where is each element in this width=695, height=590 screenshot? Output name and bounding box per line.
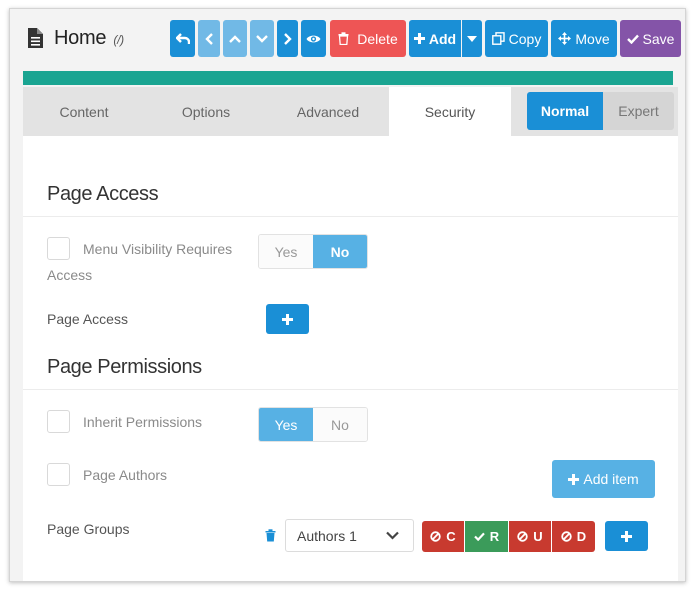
inherit-permissions-label: Inherit Permissions bbox=[83, 414, 203, 430]
page-authors-label: Page Authors bbox=[83, 467, 168, 483]
inherit-permissions-no[interactable]: No bbox=[313, 408, 367, 441]
update-permission-toggle[interactable]: U bbox=[509, 521, 551, 552]
inherit-permissions-checkbox[interactable] bbox=[47, 410, 70, 433]
trash-icon[interactable] bbox=[265, 529, 276, 542]
add-access-button[interactable] bbox=[266, 304, 309, 334]
copy-button[interactable]: Copy bbox=[485, 20, 548, 57]
menu-visibility-no[interactable]: No bbox=[313, 235, 367, 268]
save-button[interactable]: Save bbox=[620, 20, 681, 57]
delete-permission-toggle[interactable]: D bbox=[552, 521, 595, 552]
page-editor-window: Home (/) Delete Add Copy Move Save Conte… bbox=[9, 8, 686, 582]
plus-icon bbox=[282, 313, 293, 325]
inherit-permissions-yes[interactable]: Yes bbox=[259, 408, 313, 441]
next-button[interactable] bbox=[277, 20, 298, 57]
document-icon bbox=[28, 28, 43, 48]
ban-icon bbox=[517, 531, 528, 542]
menu-visibility-toggle: Yes No bbox=[258, 234, 368, 269]
check-icon bbox=[626, 34, 639, 44]
add-item-button[interactable]: Add item bbox=[552, 460, 655, 498]
eye-icon bbox=[306, 35, 321, 42]
ban-icon bbox=[430, 531, 441, 542]
tab-security[interactable]: Security bbox=[389, 87, 511, 136]
create-permission-toggle[interactable]: C bbox=[422, 521, 464, 552]
expert-mode-button[interactable]: Expert bbox=[603, 92, 674, 130]
move-up-button[interactable] bbox=[223, 20, 247, 57]
undo-icon bbox=[175, 32, 190, 44]
check-icon bbox=[474, 532, 485, 541]
chevron-right-icon bbox=[283, 32, 292, 45]
chevron-up-icon bbox=[229, 34, 241, 43]
security-panel: Page Access Menu Visibility Requires Acc… bbox=[23, 136, 678, 581]
tab-bar: Content Options Advanced Security Normal… bbox=[23, 87, 678, 136]
tab-content[interactable]: Content bbox=[23, 87, 145, 136]
plus-icon bbox=[413, 33, 425, 44]
move-down-button[interactable] bbox=[250, 20, 274, 57]
chevron-left-icon bbox=[205, 32, 213, 45]
trash-icon bbox=[338, 32, 349, 45]
chevron-down-icon bbox=[386, 531, 399, 540]
read-permission-toggle[interactable]: R bbox=[465, 521, 508, 552]
page-permissions-heading: Page Permissions bbox=[47, 356, 202, 378]
group-select-value: Authors 1 bbox=[297, 527, 357, 544]
status-strip bbox=[23, 71, 673, 85]
preview-button[interactable] bbox=[301, 20, 326, 57]
divider bbox=[23, 389, 678, 390]
delete-button[interactable]: Delete bbox=[330, 20, 406, 57]
page-path: (/) bbox=[113, 33, 124, 47]
chevron-down-icon bbox=[256, 34, 268, 43]
caret-down-icon bbox=[467, 35, 477, 42]
page-authors-checkbox[interactable] bbox=[47, 463, 70, 486]
plus-icon bbox=[568, 473, 580, 485]
add-group-button[interactable] bbox=[605, 521, 648, 551]
ban-icon bbox=[561, 531, 572, 542]
add-dropdown-button[interactable] bbox=[462, 20, 482, 57]
copy-icon bbox=[491, 32, 505, 45]
add-button[interactable]: Add bbox=[409, 20, 461, 57]
page-title: Home (/) bbox=[54, 27, 124, 49]
move-button[interactable]: Move bbox=[551, 20, 617, 57]
menu-visibility-yes[interactable]: Yes bbox=[259, 235, 313, 268]
plus-icon bbox=[621, 530, 632, 542]
previous-button[interactable] bbox=[198, 20, 220, 57]
page-access-heading: Page Access bbox=[47, 183, 159, 205]
editor-header: Home (/) Delete Add Copy Move Save bbox=[10, 9, 685, 71]
normal-mode-button[interactable]: Normal bbox=[527, 92, 603, 130]
page-access-label: Page Access bbox=[47, 311, 128, 327]
inherit-permissions-toggle: Yes No bbox=[258, 407, 368, 442]
divider bbox=[23, 216, 678, 217]
group-select[interactable]: Authors 1 bbox=[285, 519, 414, 552]
page-groups-label: Page Groups bbox=[47, 521, 130, 537]
tab-options[interactable]: Options bbox=[145, 87, 267, 136]
menu-visibility-label: Menu Visibility Requires Access bbox=[47, 241, 233, 283]
undo-button[interactable] bbox=[170, 20, 195, 57]
tab-advanced[interactable]: Advanced bbox=[267, 87, 389, 136]
move-icon bbox=[558, 32, 572, 45]
